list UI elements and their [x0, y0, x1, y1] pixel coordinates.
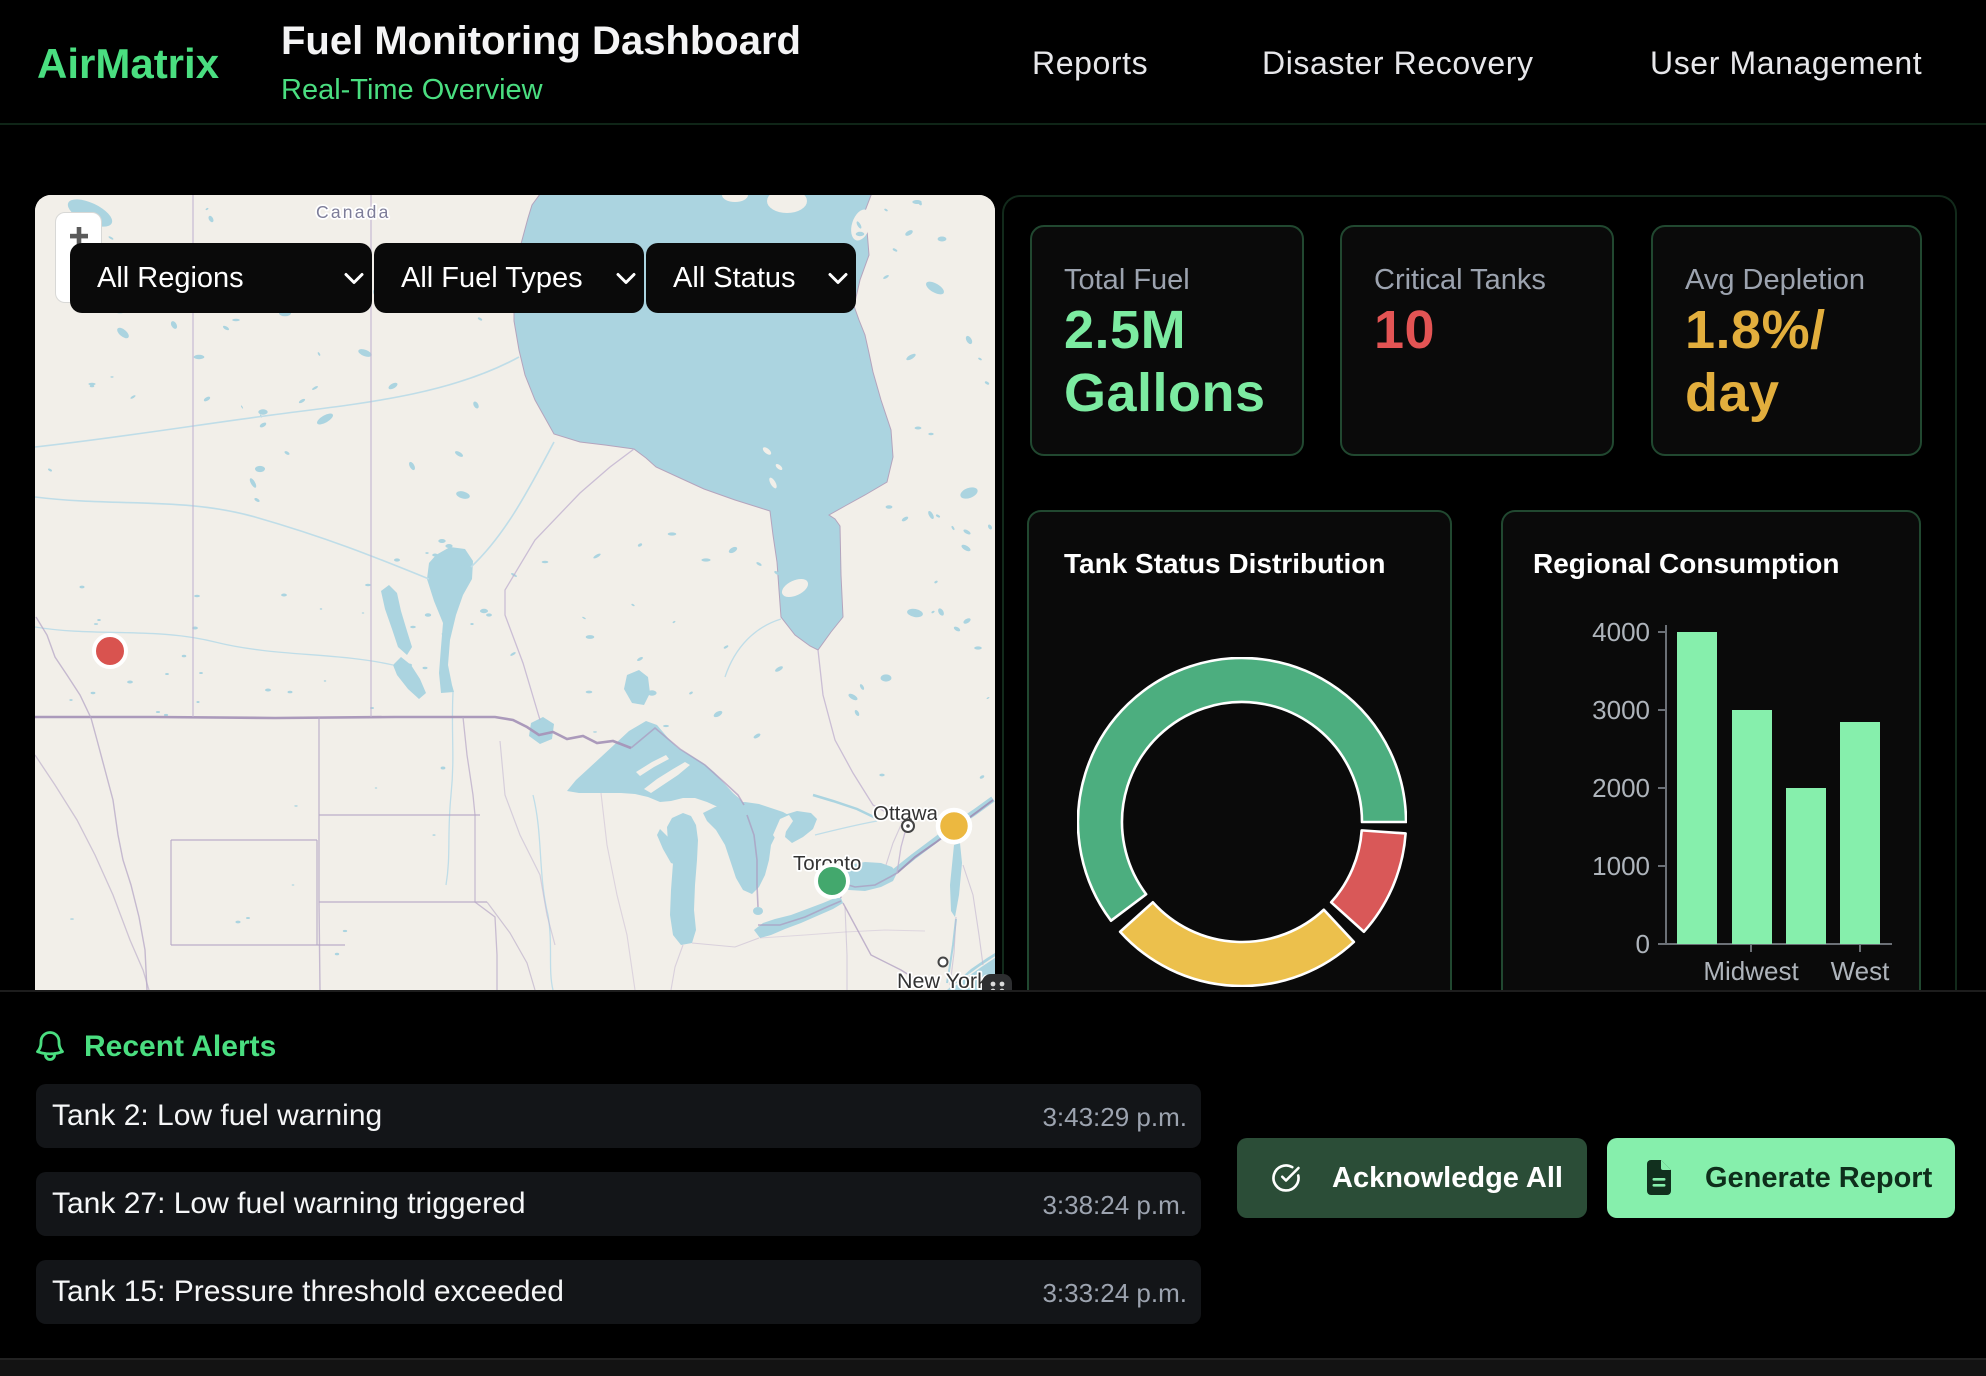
svg-text:3000: 3000: [1592, 695, 1650, 725]
svg-text:New York: New York: [897, 969, 988, 990]
svg-text:West: West: [1831, 956, 1891, 986]
svg-text:2000: 2000: [1592, 773, 1650, 803]
svg-text:Canada: Canada: [316, 202, 391, 222]
svg-text:4000: 4000: [1592, 617, 1650, 647]
svg-text:1000: 1000: [1592, 851, 1650, 881]
svg-text:0: 0: [1636, 929, 1650, 959]
svg-text:Midwest: Midwest: [1703, 956, 1799, 986]
